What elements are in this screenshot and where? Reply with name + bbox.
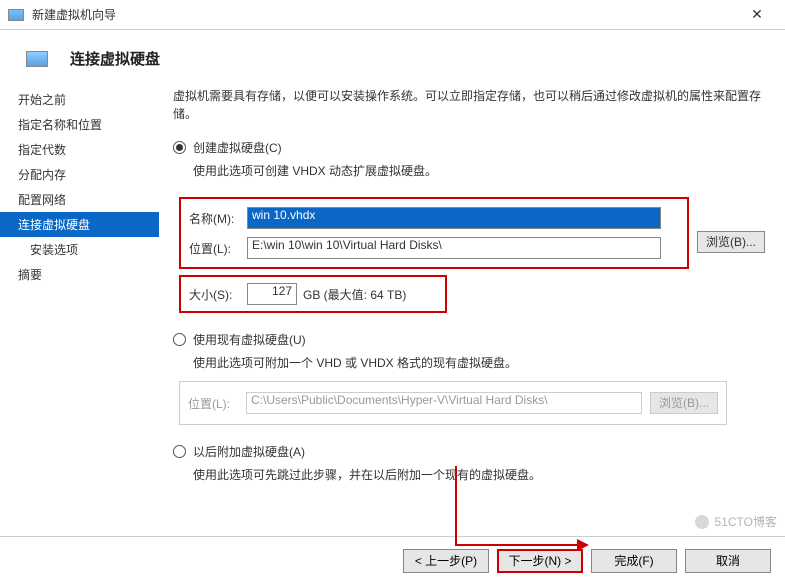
radio-use-existing[interactable] xyxy=(173,333,186,346)
existing-location-input: C:\Users\Public\Documents\Hyper-V\Virtua… xyxy=(246,392,642,414)
option-use-existing-desc: 使用此选项可附加一个 VHD 或 VHDX 格式的现有虚拟硬盘。 xyxy=(193,354,765,371)
vhd-size-input[interactable]: 127 xyxy=(247,283,297,305)
annotation-arrow xyxy=(455,544,583,546)
main-panel: 虚拟机需要具有存储，以便可以安装操作系统。可以立即指定存储，也可以稍后通过修改虚… xyxy=(159,87,785,531)
step-memory[interactable]: 分配内存 xyxy=(0,162,159,187)
vhd-fields-highlight: 名称(M): win 10.vhdx 位置(L): E:\win 10\win … xyxy=(179,197,689,269)
browse-existing-button: 浏览(B)... xyxy=(650,392,718,414)
cancel-button[interactable]: 取消 xyxy=(685,549,771,573)
option-create-vhd-label: 创建虚拟硬盘(C) xyxy=(193,139,282,156)
prev-button[interactable]: < 上一步(P) xyxy=(403,549,489,573)
finish-button[interactable]: 完成(F) xyxy=(591,549,677,573)
step-connect-vhd[interactable]: 连接虚拟硬盘 xyxy=(0,212,159,237)
wizard-header: 连接虚拟硬盘 xyxy=(0,30,785,87)
annotation-arrow-head xyxy=(577,539,589,551)
vhd-location-input[interactable]: E:\win 10\win 10\Virtual Hard Disks\ xyxy=(247,237,661,259)
page-description: 虚拟机需要具有存储，以便可以安装操作系统。可以立即指定存储，也可以稍后通过修改虚… xyxy=(173,87,765,123)
option-attach-later-label: 以后附加虚拟硬盘(A) xyxy=(193,443,305,460)
browse-location-button[interactable]: 浏览(B)... xyxy=(697,231,765,253)
step-generation[interactable]: 指定代数 xyxy=(0,137,159,162)
wizard-steps: 开始之前 指定名称和位置 指定代数 分配内存 配置网络 连接虚拟硬盘 安装选项 … xyxy=(0,87,159,531)
vhd-size-highlight: 大小(S): 127 GB (最大值: 64 TB) xyxy=(179,275,447,313)
vhd-size-label: 大小(S): xyxy=(189,286,247,303)
watermark-icon xyxy=(695,515,709,529)
watermark: 51CTO博客 xyxy=(695,513,777,530)
close-icon[interactable]: ✕ xyxy=(737,6,777,23)
vhd-name-input[interactable]: win 10.vhdx xyxy=(247,207,661,229)
app-icon xyxy=(8,9,24,21)
option-use-existing-label: 使用现有虚拟硬盘(U) xyxy=(193,331,306,348)
step-name-location[interactable]: 指定名称和位置 xyxy=(0,112,159,137)
vhd-name-label: 名称(M): xyxy=(189,210,247,227)
vhd-location-label: 位置(L): xyxy=(189,240,247,257)
existing-location-label: 位置(L): xyxy=(188,395,246,412)
titlebar: 新建虚拟机向导 ✕ xyxy=(0,0,785,30)
step-before-begin[interactable]: 开始之前 xyxy=(0,87,159,112)
vhd-size-unit: GB (最大值: 64 TB) xyxy=(303,286,406,303)
option-attach-later[interactable]: 以后附加虚拟硬盘(A) xyxy=(173,443,765,460)
page-title: 连接虚拟硬盘 xyxy=(70,48,160,69)
radio-attach-later[interactable] xyxy=(173,445,186,458)
header-icon xyxy=(26,51,48,67)
existing-vhd-fields: 位置(L): C:\Users\Public\Documents\Hyper-V… xyxy=(179,381,727,425)
option-create-vhd-desc: 使用此选项可创建 VHDX 动态扩展虚拟硬盘。 xyxy=(193,162,765,179)
option-create-vhd[interactable]: 创建虚拟硬盘(C) xyxy=(173,139,765,156)
window-title: 新建虚拟机向导 xyxy=(32,6,737,23)
watermark-text: 51CTO博客 xyxy=(715,513,777,530)
wizard-footer: < 上一步(P) 下一步(N) > 完成(F) 取消 xyxy=(0,536,785,584)
step-summary[interactable]: 摘要 xyxy=(0,262,159,287)
step-install-options[interactable]: 安装选项 xyxy=(0,237,159,262)
option-attach-later-desc: 使用此选项可先跳过此步骤，并在以后附加一个现有的虚拟硬盘。 xyxy=(193,466,765,483)
option-use-existing[interactable]: 使用现有虚拟硬盘(U) xyxy=(173,331,765,348)
step-network[interactable]: 配置网络 xyxy=(0,187,159,212)
next-button[interactable]: 下一步(N) > xyxy=(497,549,583,573)
radio-create-vhd[interactable] xyxy=(173,141,186,154)
